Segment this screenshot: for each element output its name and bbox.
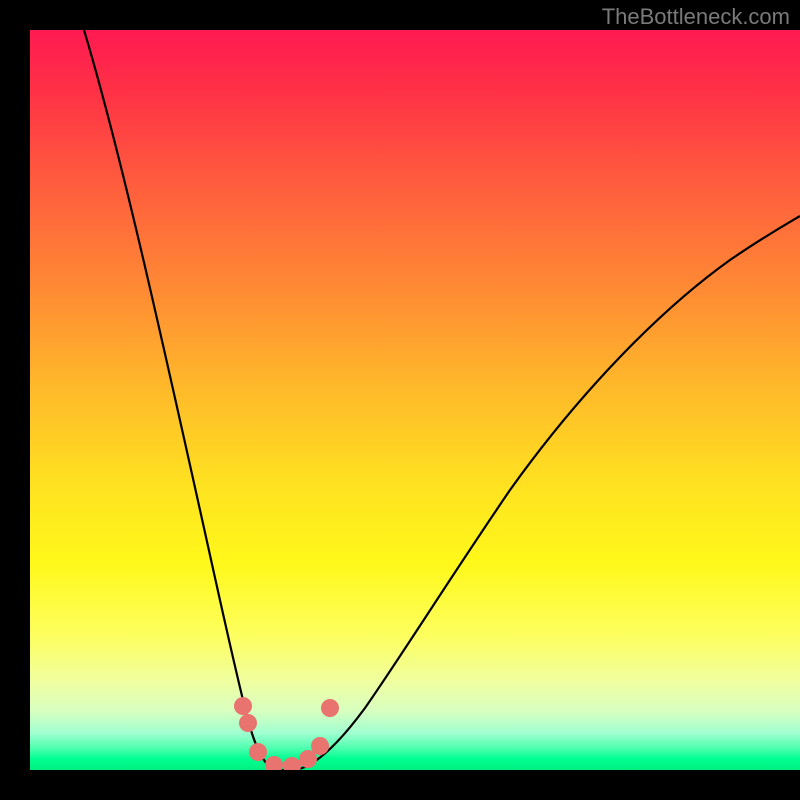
marker-dot (311, 737, 329, 755)
bottleneck-curve-path (84, 30, 800, 770)
watermark-text: TheBottleneck.com (602, 4, 790, 30)
marker-dot (234, 697, 252, 715)
plot-area (30, 30, 800, 770)
curve-svg (30, 30, 800, 770)
marker-group (234, 697, 339, 770)
marker-dot (265, 756, 283, 770)
marker-dot (283, 757, 301, 770)
marker-dot (239, 714, 257, 732)
marker-dot (249, 743, 267, 761)
marker-dot (321, 699, 339, 717)
